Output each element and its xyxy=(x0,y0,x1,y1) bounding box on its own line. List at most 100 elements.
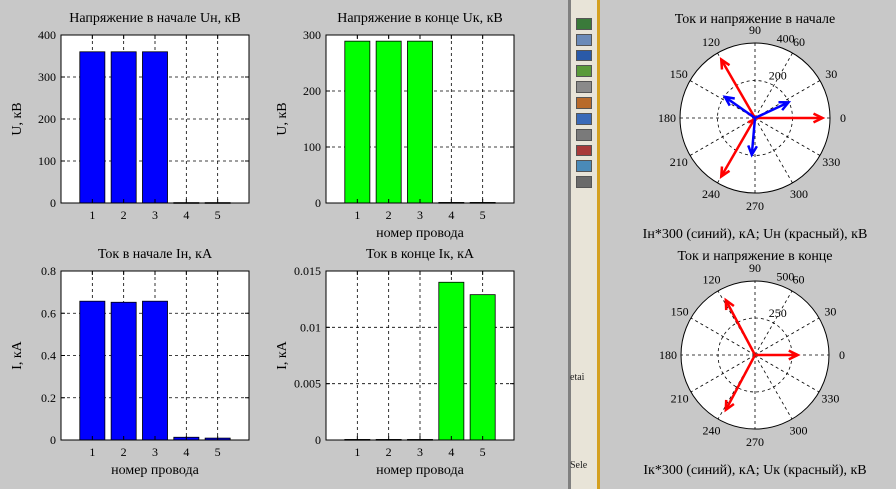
y-tick-label: 0.005 xyxy=(294,377,321,391)
y-tick-label: 300 xyxy=(303,28,321,42)
x-axis-label: номер провода xyxy=(376,226,465,241)
x-axis-label: номер провода xyxy=(111,463,200,478)
x-tick-label: 3 xyxy=(152,208,158,222)
polar-radius-label: 200 xyxy=(769,68,787,82)
strip-toolbar-icon[interactable] xyxy=(576,128,592,141)
bar-2 xyxy=(375,40,402,204)
y-tick-label: 200 xyxy=(38,112,56,126)
polar-angle-label: 210 xyxy=(671,392,689,406)
polar-caption: Iк*300 (синий), кА; Uк (красный), кВ xyxy=(643,463,866,478)
figure-canvas: 01002003004001 2 3 4 5Напряжение в начале Uн… xyxy=(10,11,868,478)
strip-toolbar-icon[interactable] xyxy=(576,65,592,78)
polar-angle-label: 30 xyxy=(825,67,837,81)
strip-toolbar-icon[interactable] xyxy=(576,97,592,109)
strip-toolbar-icon[interactable] xyxy=(576,18,592,30)
polar-angle-label: 150 xyxy=(670,67,688,81)
y-tick-label: 0 xyxy=(315,196,321,210)
bar-chart-in: 0 0.2 0.4 0.6 0.8 1 2 3 4 5 Ток в начале Iн, кА ном… xyxy=(10,247,250,478)
x-tick-label: 1 xyxy=(89,445,95,459)
strip-toolbar-icon[interactable] xyxy=(576,160,592,173)
strip-toolbar-icon[interactable] xyxy=(576,81,592,94)
bar-1 xyxy=(79,300,106,441)
chart-title: Напряжение в конце Uк, кВ xyxy=(337,11,502,26)
y-tick-label: 0.6 xyxy=(41,306,56,320)
polar-angle-label: 300 xyxy=(790,187,808,201)
chart-title: Ток в конце Iк, кА xyxy=(366,247,475,262)
chart-title: Напряжение в начале Uн, кВ xyxy=(69,11,241,26)
x-tick-label: 4 xyxy=(183,208,189,222)
background-window-strip: etai Sele xyxy=(568,0,602,489)
y-tick-label: 0.015 xyxy=(294,264,321,278)
x-tick-label: 4 xyxy=(448,208,454,222)
strip-toolbar-icon[interactable] xyxy=(576,49,592,62)
x-tick-label: 2 xyxy=(121,208,127,222)
polar-caption: Iн*300 (синий), кА; Uн (красный), кВ xyxy=(643,227,868,242)
bar-1 xyxy=(79,51,106,204)
y-tick-label: 0 xyxy=(315,433,321,447)
polar-angle-label: 330 xyxy=(821,392,839,406)
y-axis-label: U, кВ xyxy=(10,102,25,135)
strip-toolbar-icon[interactable] xyxy=(576,112,592,125)
polar-angle-label: 150 xyxy=(671,305,689,319)
polar-angle-label: 270 xyxy=(746,199,764,213)
polar-radius-label: 500 xyxy=(776,270,794,284)
bar-1 xyxy=(344,40,371,204)
y-tick-label: 0 xyxy=(50,433,56,447)
bar-2 xyxy=(110,51,137,204)
polar-angle-label: 180 xyxy=(659,348,677,362)
y-tick-label: 0.4 xyxy=(41,349,56,363)
polar-angle-label: 120 xyxy=(702,35,720,49)
polar-angle-label: 330 xyxy=(822,155,840,169)
y-tick-label: 0.2 xyxy=(41,391,56,405)
polar-radius-label: 400 xyxy=(777,32,795,46)
x-tick-label: 3 xyxy=(417,445,423,459)
x-tick-label: 4 xyxy=(183,445,189,459)
strip-right-border xyxy=(597,0,600,489)
polar-angle-label: 210 xyxy=(670,155,688,169)
y-tick-label: 0.8 xyxy=(41,264,56,278)
polar-angle-label: 240 xyxy=(703,423,721,437)
bar-3 xyxy=(142,51,168,204)
x-tick-label: 5 xyxy=(215,208,221,222)
bar-chart-uk: 0 100 200 300 1 2 3 4 5 Напряжение в конце Uк, кВ… xyxy=(275,11,515,241)
polar-angle-label: 180 xyxy=(658,111,676,125)
strip-toolbar xyxy=(576,18,592,188)
x-tick-label: 1 xyxy=(354,445,360,459)
strip-toolbar-icon[interactable] xyxy=(576,176,592,188)
y-tick-label: 300 xyxy=(38,70,56,84)
bar-chart-un: 0 100 200 300 400 1 2 3 4 5 Напряжение в начале Uн… xyxy=(10,11,250,222)
polar-angle-label: 240 xyxy=(702,187,720,201)
x-tick-label: 2 xyxy=(386,445,392,459)
polar-chart-polar_end: 0306090120150180210240270300330250500Ток… xyxy=(643,249,866,478)
x-tick-label: 5 xyxy=(480,208,486,222)
bar-3 xyxy=(407,40,433,204)
polar-angle-label: 60 xyxy=(793,35,805,49)
polar-chart-polar_start: 0306090120150180210240270300330200400Ток… xyxy=(643,12,868,242)
chart-title: Ток и напряжение в начале xyxy=(675,12,835,27)
y-tick-label: 400 xyxy=(38,28,56,42)
y-axis-label: I, кА xyxy=(275,340,290,369)
polar-angle-label: 0 xyxy=(839,348,845,362)
x-tick-label: 3 xyxy=(417,208,423,222)
y-axis-label: I, кА xyxy=(10,340,25,369)
chart-title: Ток в начале Iн, кА xyxy=(98,247,213,262)
x-axis-label: номер провода xyxy=(376,463,465,478)
y-axis-label: U, кВ xyxy=(275,102,290,135)
x-tick-label: 2 xyxy=(121,445,127,459)
x-tick-label: 3 xyxy=(152,445,158,459)
x-tick-label: 5 xyxy=(480,445,486,459)
polar-angle-label: 270 xyxy=(746,435,764,449)
bar-5 xyxy=(469,294,496,441)
x-tick-label: 5 xyxy=(215,445,221,459)
polar-angle-label: 0 xyxy=(840,111,846,125)
strip-toolbar-icon[interactable] xyxy=(576,33,592,46)
strip-label-2: Sele xyxy=(570,460,588,471)
bar-4 xyxy=(438,281,465,441)
strip-toolbar-icon[interactable] xyxy=(576,144,592,157)
y-tick-label: 100 xyxy=(303,140,321,154)
y-tick-label: 0.01 xyxy=(300,320,321,334)
chart-title: Ток и напряжение в конце xyxy=(677,249,832,264)
x-tick-label: 2 xyxy=(386,208,392,222)
polar-angle-label: 300 xyxy=(790,423,808,437)
polar-angle-label: 30 xyxy=(824,305,836,319)
